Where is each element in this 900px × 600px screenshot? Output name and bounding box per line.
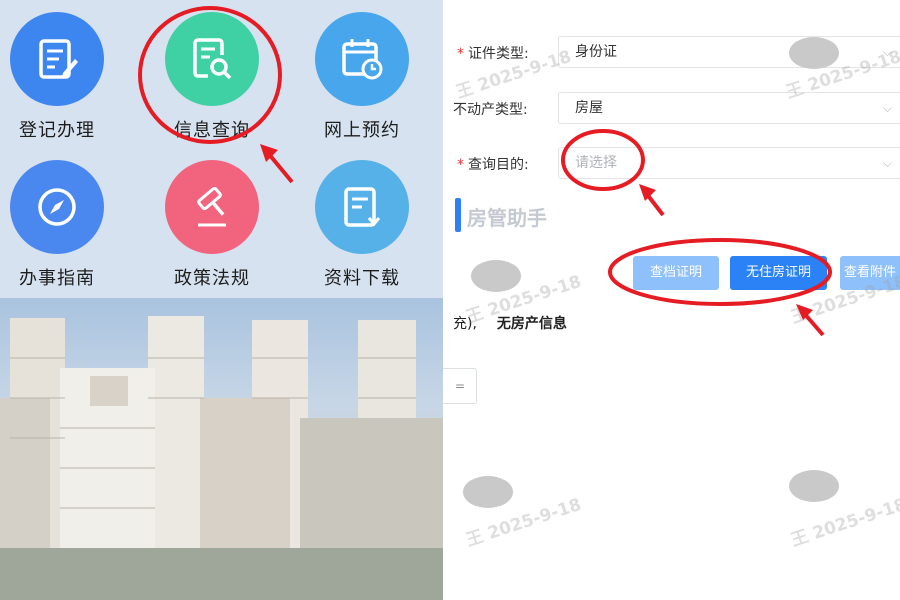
chevron-down-icon: ⌵ — [882, 156, 892, 170]
menu-item-policy[interactable]: 政策法规 — [142, 160, 282, 290]
menu-label: 资料下载 — [324, 268, 400, 289]
search-document-icon — [165, 12, 259, 106]
no-house-proof-button[interactable]: 无住房证明 — [730, 256, 827, 290]
redaction-blur — [789, 37, 839, 69]
redaction-blur — [789, 470, 839, 502]
download-document-icon — [315, 160, 409, 254]
property-type-select[interactable]: 房屋 ⌵ — [558, 92, 900, 124]
menu-item-downloads[interactable]: 资料下载 — [292, 160, 432, 290]
city-skyline-photo — [0, 298, 443, 600]
menu-label: 登记办理 — [19, 120, 95, 141]
section-title: 房管助手 — [467, 206, 547, 230]
no-property-info: 无房产信息 — [496, 316, 567, 332]
section-accent-bar — [455, 198, 461, 232]
menu-item-guide[interactable]: 办事指南 — [0, 160, 127, 290]
service-menu: 登记办理 信息查询 网上预约 办事指南 政策法规 资料下载 — [0, 0, 443, 298]
chevron-down-icon: ⌵ — [882, 101, 892, 115]
compass-icon — [10, 160, 104, 254]
gavel-icon — [165, 160, 259, 254]
menu-label: 政策法规 — [174, 268, 250, 289]
edit-document-icon — [10, 12, 104, 106]
query-form-panel: * 证件类型: 身份证 ⌵ 不动产类型: 房屋 ⌵ * 查询目的: 请选择 ⌵ 房管助手 … — [443, 0, 900, 600]
menu-item-online-booking[interactable]: 网上预约 — [292, 12, 432, 142]
menu-item-registration[interactable]: 登记办理 — [0, 12, 127, 142]
archive-proof-button[interactable]: 查档证明 — [633, 256, 719, 290]
calendar-clock-icon — [315, 12, 409, 106]
app-home-screen: 登记办理 信息查询 网上预约 办事指南 政策法规 资料下载 — [0, 0, 443, 600]
menu-item-info-query[interactable]: 信息查询 — [142, 12, 282, 142]
required-mark: * — [457, 46, 464, 62]
menu-label: 网上预约 — [324, 120, 400, 141]
redaction-blur — [463, 476, 513, 508]
property-type-label: 不动产类型: — [453, 102, 528, 118]
purpose-select[interactable]: 请选择 ⌵ — [558, 147, 900, 179]
purpose-label: * 查询目的: — [457, 157, 529, 173]
menu-label: 办事指南 — [19, 268, 95, 289]
required-mark: * — [457, 157, 464, 173]
small-input-box[interactable]: = — [443, 368, 477, 404]
menu-label: 信息查询 — [174, 120, 250, 141]
redaction-blur — [471, 260, 521, 292]
